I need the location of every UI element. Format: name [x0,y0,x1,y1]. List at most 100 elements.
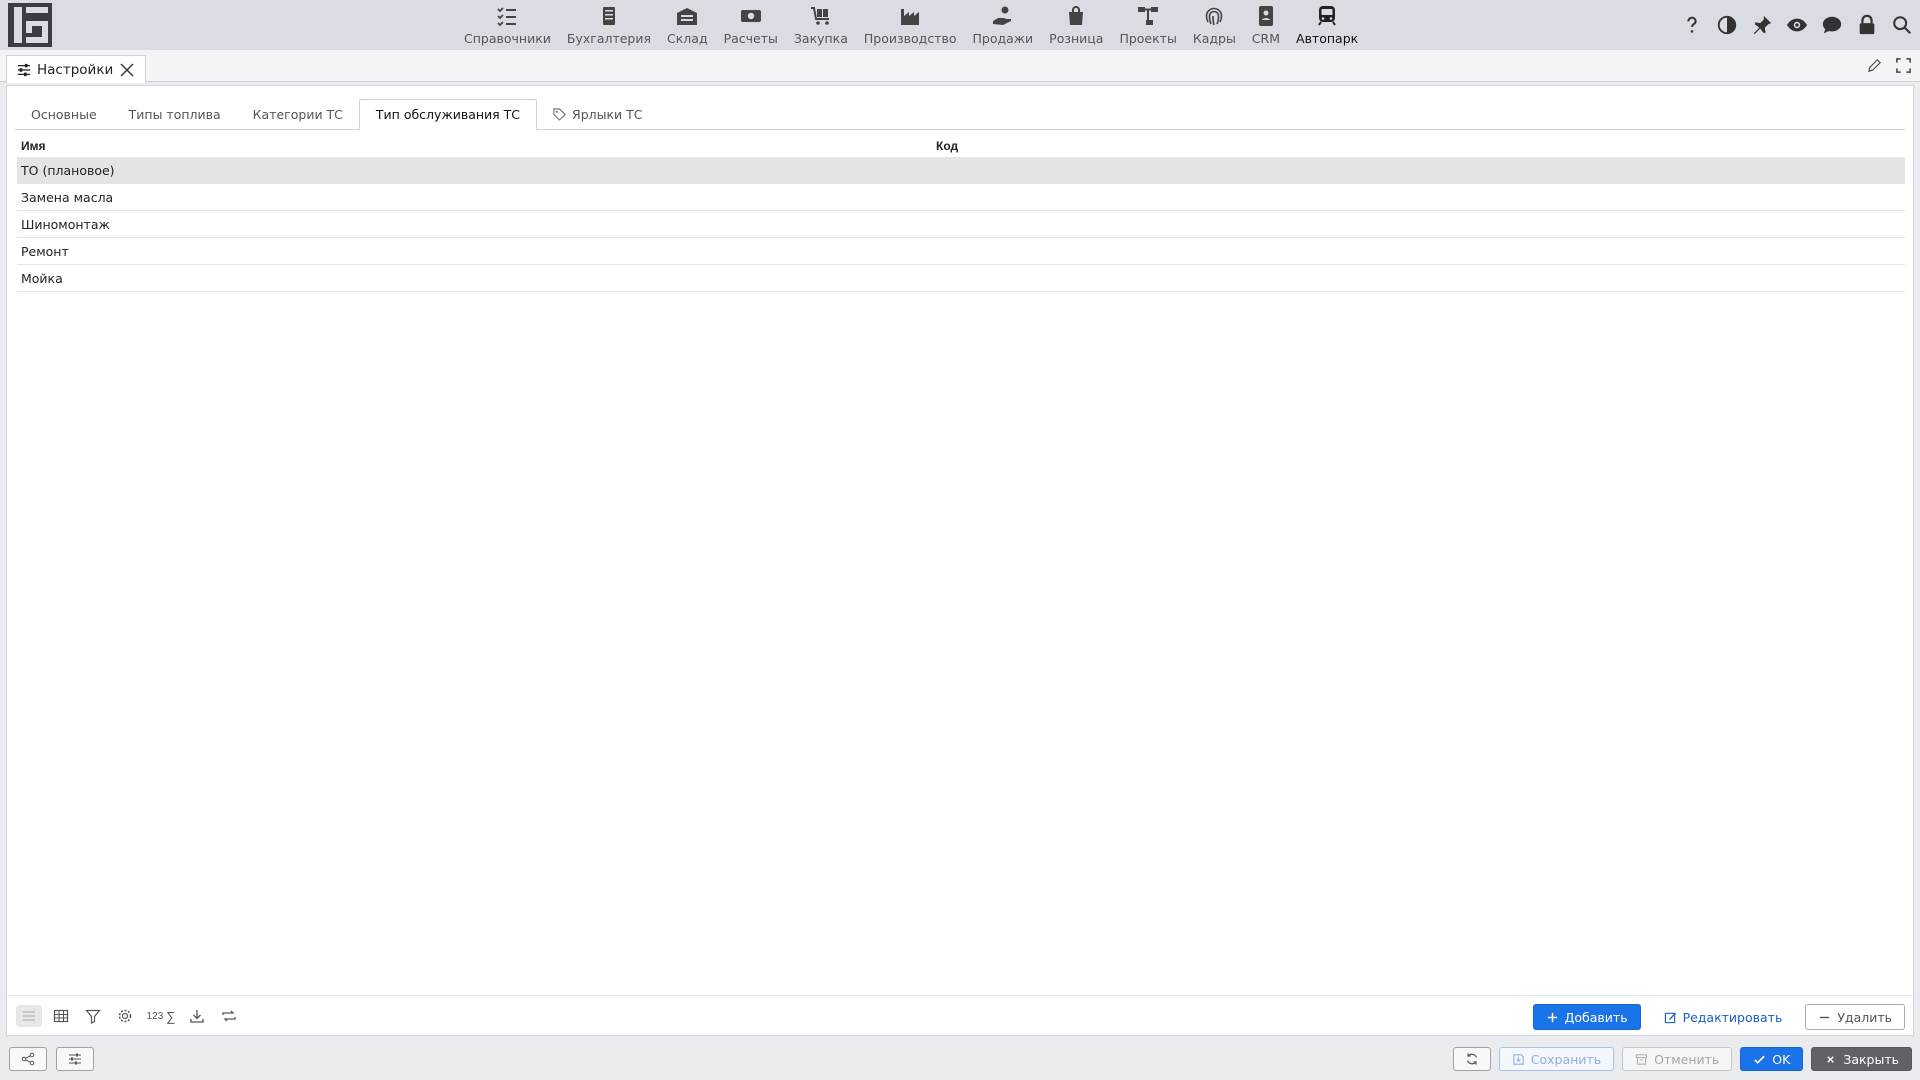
chat-icon[interactable] [1819,12,1844,37]
fullscreen-icon[interactable] [1895,57,1912,74]
lock-icon[interactable] [1854,12,1879,37]
table-row[interactable]: ТО (плановое) [17,157,1905,184]
edit-label: Редактировать [1682,1009,1783,1025]
gear-icon [118,1009,132,1023]
nav-item-directories[interactable]: Справочники [456,0,559,50]
nav-item-production[interactable]: Производство [856,0,965,50]
window-footer: Сохранить Отменить OK Закрыть [0,1043,1920,1080]
tab-label: Ярлыки ТС [572,107,643,122]
table-row[interactable]: Шиномонтаж [17,211,1905,238]
add-label: Добавить [1564,1009,1628,1025]
tab-general[interactable]: Основные [15,99,113,130]
edit-icon [1664,1012,1676,1023]
close-label: Закрыть [1843,1051,1899,1067]
share-icon [21,1052,35,1066]
nav-item-settlements[interactable]: Расчеты [716,0,786,50]
hand-coin-icon [992,6,1011,25]
nav-item-accounting[interactable]: Бухгалтерия [559,0,659,50]
cancel-label: Отменить [1654,1051,1720,1067]
column-header-code[interactable]: Код [936,139,1905,153]
plus-icon [1547,1012,1557,1022]
tab-fuel-types[interactable]: Типы топлива [113,99,237,130]
column-header-name[interactable]: Имя [17,139,936,153]
close-button[interactable]: Закрыть [1811,1047,1912,1071]
refresh-button[interactable] [216,1005,242,1027]
reload-button[interactable] [1452,1047,1491,1071]
table-row[interactable]: Мойка [17,265,1905,292]
edit-button[interactable]: Редактировать [1651,1004,1796,1030]
search-icon[interactable] [1889,12,1914,37]
sum-icon: ∑ [166,1008,176,1024]
save-icon [1513,1053,1524,1065]
top-right-toolbar [1679,12,1914,37]
nav-item-warehouse[interactable]: Склад [659,0,716,50]
nav-label: Бухгалтерия [566,31,652,46]
cell-name: ТО (плановое) [21,162,115,178]
table-header: Имя Код [17,134,1905,157]
pin-icon[interactable] [1749,12,1774,37]
project-tree-icon [1138,7,1159,25]
pencil-icon[interactable] [1866,57,1883,74]
nav-item-sales[interactable]: Продажи [964,0,1041,50]
nav-label: Расчеты [723,31,778,46]
nav-item-crm[interactable]: CRM [1244,0,1288,50]
grid-icon [53,1009,69,1023]
add-button[interactable]: Добавить [1532,1004,1641,1030]
doc-tab-label: Настройки [37,61,114,78]
fingerprint-icon [1206,7,1223,26]
cell-name: Замена масла [21,189,114,205]
help-icon[interactable] [1679,12,1704,37]
settings-panel: Основные Типы топлива Категории ТС Тип о… [6,85,1914,1036]
repeat-icon [222,1010,236,1022]
ok-label: OK [1772,1051,1791,1067]
main-nav: Справочники Бухгалтерия Склад Расчеты За… [456,0,1366,50]
list-view-button[interactable] [16,1005,42,1027]
nav-item-projects[interactable]: Проекты [1111,0,1184,50]
eye-icon[interactable] [1784,12,1809,37]
docbar-tools [1866,57,1912,74]
table-row[interactable]: Ремонт [17,238,1905,265]
grid-view-button[interactable] [48,1005,74,1027]
totals-button[interactable]: 123 ∑ [144,1005,178,1027]
download-icon [190,1010,204,1023]
tab-vehicle-categories[interactable]: Категории ТС [237,99,359,130]
contact-card-icon [1258,6,1273,26]
cancel-button[interactable]: Отменить [1622,1047,1733,1071]
share-button[interactable] [9,1047,47,1071]
nav-label: CRM [1251,31,1281,46]
tab-service-types[interactable]: Тип обслуживания ТС [358,99,538,130]
nav-label: Продажи [972,31,1034,46]
save-button[interactable]: Сохранить [1498,1047,1615,1071]
app-logo[interactable] [8,3,52,47]
doc-tab-settings[interactable]: Настройки [6,55,147,83]
tab-vehicle-labels[interactable]: Ярлыки ТС [537,99,659,130]
theme-contrast-icon[interactable] [1714,12,1739,37]
delete-button[interactable]: Удалить [1805,1004,1905,1030]
save-label: Сохранить [1530,1051,1602,1067]
document-tab-bar: Настройки [0,50,1920,83]
filter-button[interactable] [80,1005,106,1027]
cell-name: Ремонт [21,243,69,259]
export-button[interactable] [184,1005,210,1027]
nav-item-retail[interactable]: Розница [1041,0,1111,50]
delete-label: Удалить [1837,1009,1892,1025]
nav-item-hr[interactable]: Кадры [1185,0,1244,50]
shopping-bag-icon [1069,6,1084,25]
bus-icon [1318,6,1336,26]
table-tools: 123 ∑ [16,1005,242,1027]
filter-icon [85,1009,101,1024]
settings-button[interactable] [112,1005,138,1027]
window-footer-left [9,1047,94,1071]
table-row[interactable]: Замена масла [17,184,1905,211]
nav-label: Кадры [1192,31,1236,46]
nav-label: Проекты [1119,31,1177,46]
settings-sliders-button[interactable] [56,1047,94,1071]
ledger-icon [602,7,615,25]
nav-item-purchase[interactable]: Закупка [786,0,856,50]
cart-icon [810,7,829,25]
close-icon[interactable] [119,62,135,78]
archive-icon [1636,1053,1648,1065]
warehouse-icon [677,8,698,25]
ok-button[interactable]: OK [1740,1047,1804,1071]
nav-item-fleet[interactable]: Автопарк [1288,0,1366,50]
